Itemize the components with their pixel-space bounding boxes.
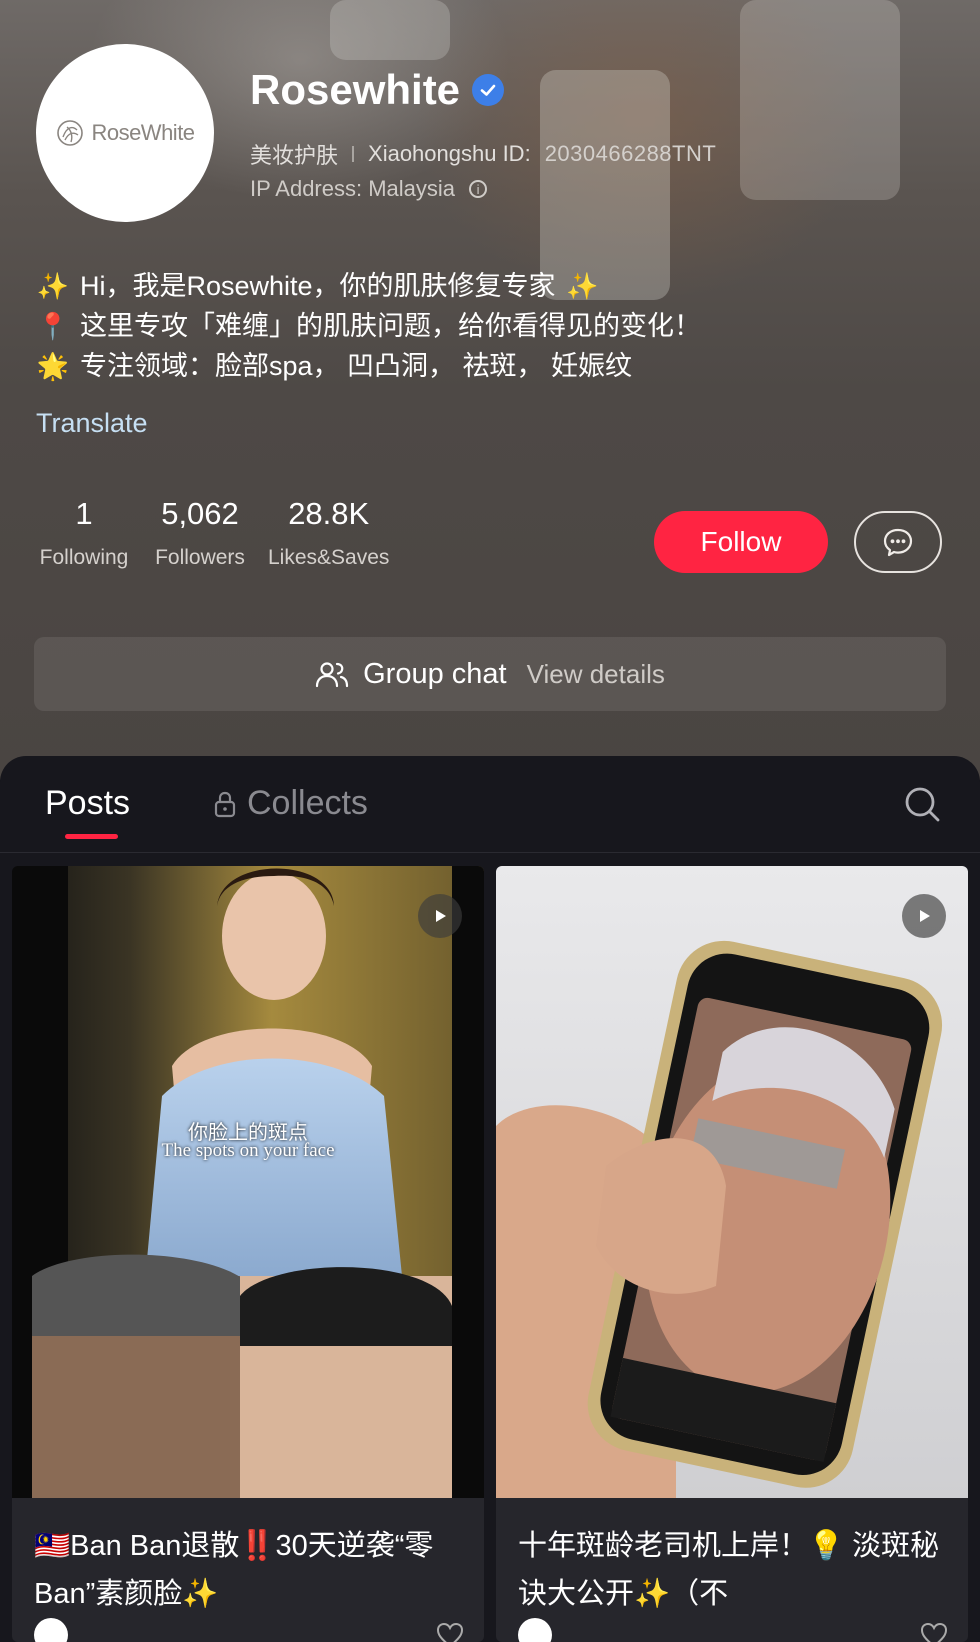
post-thumbnail: 你脸上的斑点 The spots on your face — [12, 866, 484, 1498]
stat-label: Following — [39, 546, 129, 569]
bio-line: 📍 这里专攻「难缠」的肌肤问题，给你看得见的变化！ — [36, 306, 936, 346]
search-button[interactable] — [902, 784, 942, 824]
ip-address: IP Address: Malaysia — [250, 176, 456, 201]
post-thumbnail-image — [496, 866, 968, 1498]
ip-address-line: IP Address: Malaysia i — [250, 176, 488, 202]
post-card[interactable]: 你脸上的斑点 The spots on your face 🇲🇾Ban Ban退… — [12, 866, 484, 1642]
group-chat-banner[interactable]: Group chat View details — [34, 637, 946, 711]
tab-divider — [0, 852, 980, 853]
video-play-icon — [902, 894, 946, 938]
video-play-icon — [418, 894, 462, 938]
chat-bubble-icon — [883, 528, 913, 557]
lock-icon — [214, 791, 236, 817]
star-icon: 🌟 — [36, 351, 70, 381]
group-chat-view-details[interactable]: View details — [527, 659, 665, 690]
stat-value: 5,062 — [161, 496, 239, 531]
tab-collects-label: Collects — [247, 784, 368, 822]
profile-stats: 1 Following 5,062 Followers 28.8K Likes&… — [36, 496, 390, 570]
author-avatar[interactable] — [34, 1618, 68, 1642]
background-decor — [740, 0, 900, 200]
stat-label: Followers — [155, 546, 245, 569]
profile-name-row: Rosewhite — [250, 66, 505, 114]
like-heart-icon[interactable] — [920, 1622, 948, 1642]
verified-badge-icon — [472, 74, 505, 106]
profile-bio: ✨ Hi，我是Rosewhite，你的肌肤修复专家 ✨ 📍 这里专攻「难缠」的肌… — [36, 266, 936, 386]
profile-name: Rosewhite — [250, 66, 461, 113]
message-button[interactable] — [854, 511, 942, 573]
bio-line: ✨ Hi，我是Rosewhite，你的肌肤修复专家 ✨ — [36, 266, 936, 306]
sparkles-icon: ✨ — [36, 271, 70, 301]
xiaohongshu-id-value[interactable]: 2030466288TNT — [545, 141, 717, 167]
rose-logo-icon — [57, 120, 84, 146]
like-heart-icon[interactable] — [436, 1622, 464, 1642]
profile-meta-line: 美妆护肤 Xiaohongshu ID: 2030466288TNT — [250, 138, 716, 170]
group-chat-title: Group chat — [363, 657, 507, 690]
bio-text: 专注领域：脸部spa， 凹凸洞， 祛斑， 妊娠纹 — [80, 351, 633, 381]
post-thumbnail-image — [12, 866, 484, 1498]
xiaohongshu-id-label: Xiaohongshu ID: — [368, 141, 531, 166]
active-tab-indicator — [65, 834, 118, 839]
tab-collects[interactable]: Collects — [213, 784, 368, 823]
profile-category: 美妆护肤 — [250, 143, 339, 168]
profile-avatar[interactable]: RoseWhite — [36, 44, 214, 222]
background-decor — [330, 0, 450, 60]
post-title: 🇲🇾Ban Ban退散‼️30天逆袭“零Ban”素颜脸✨ — [34, 1530, 434, 1610]
post-card[interactable]: 十年斑龄老司机上岸！💡 淡斑秘诀大公开✨（不 — [496, 866, 968, 1642]
stat-label: Likes&Saves — [268, 546, 390, 569]
stat-value: 28.8K — [288, 496, 370, 531]
post-footer — [34, 1618, 464, 1642]
info-icon[interactable]: i — [469, 180, 488, 198]
bio-text: 这里专攻「难缠」的肌肤问题，给你看得见的变化！ — [80, 311, 701, 341]
search-icon — [905, 787, 940, 822]
stat-likes-saves[interactable]: 28.8K Likes&Saves — [268, 496, 389, 570]
brand-logo-text: RoseWhite — [91, 120, 195, 145]
sparkles-icon: ✨ — [566, 271, 599, 301]
pin-icon: 📍 — [36, 311, 70, 341]
translate-link[interactable]: Translate — [36, 408, 148, 439]
bio-text: Hi，我是Rosewhite，你的肌肤修复专家 — [80, 271, 556, 301]
group-users-icon — [316, 662, 349, 688]
bio-line: 🌟 专注领域：脸部spa， 凹凸洞， 祛斑， 妊娠纹 — [36, 346, 936, 386]
post-thumbnail — [496, 866, 968, 1498]
meta-divider — [352, 146, 355, 162]
tab-posts[interactable]: Posts — [45, 784, 130, 823]
brand-logo: RoseWhite — [55, 118, 195, 148]
author-avatar[interactable] — [518, 1618, 552, 1642]
stat-followers[interactable]: 5,062 Followers — [152, 496, 248, 570]
follow-button[interactable]: Follow — [654, 511, 828, 573]
post-footer — [518, 1618, 948, 1642]
stat-following[interactable]: 1 Following — [36, 496, 132, 570]
stat-value: 1 — [75, 496, 93, 531]
post-title: 十年斑龄老司机上岸！💡 淡斑秘诀大公开✨（不 — [518, 1530, 940, 1610]
video-caption-en: The spots on your face — [161, 1140, 335, 1161]
